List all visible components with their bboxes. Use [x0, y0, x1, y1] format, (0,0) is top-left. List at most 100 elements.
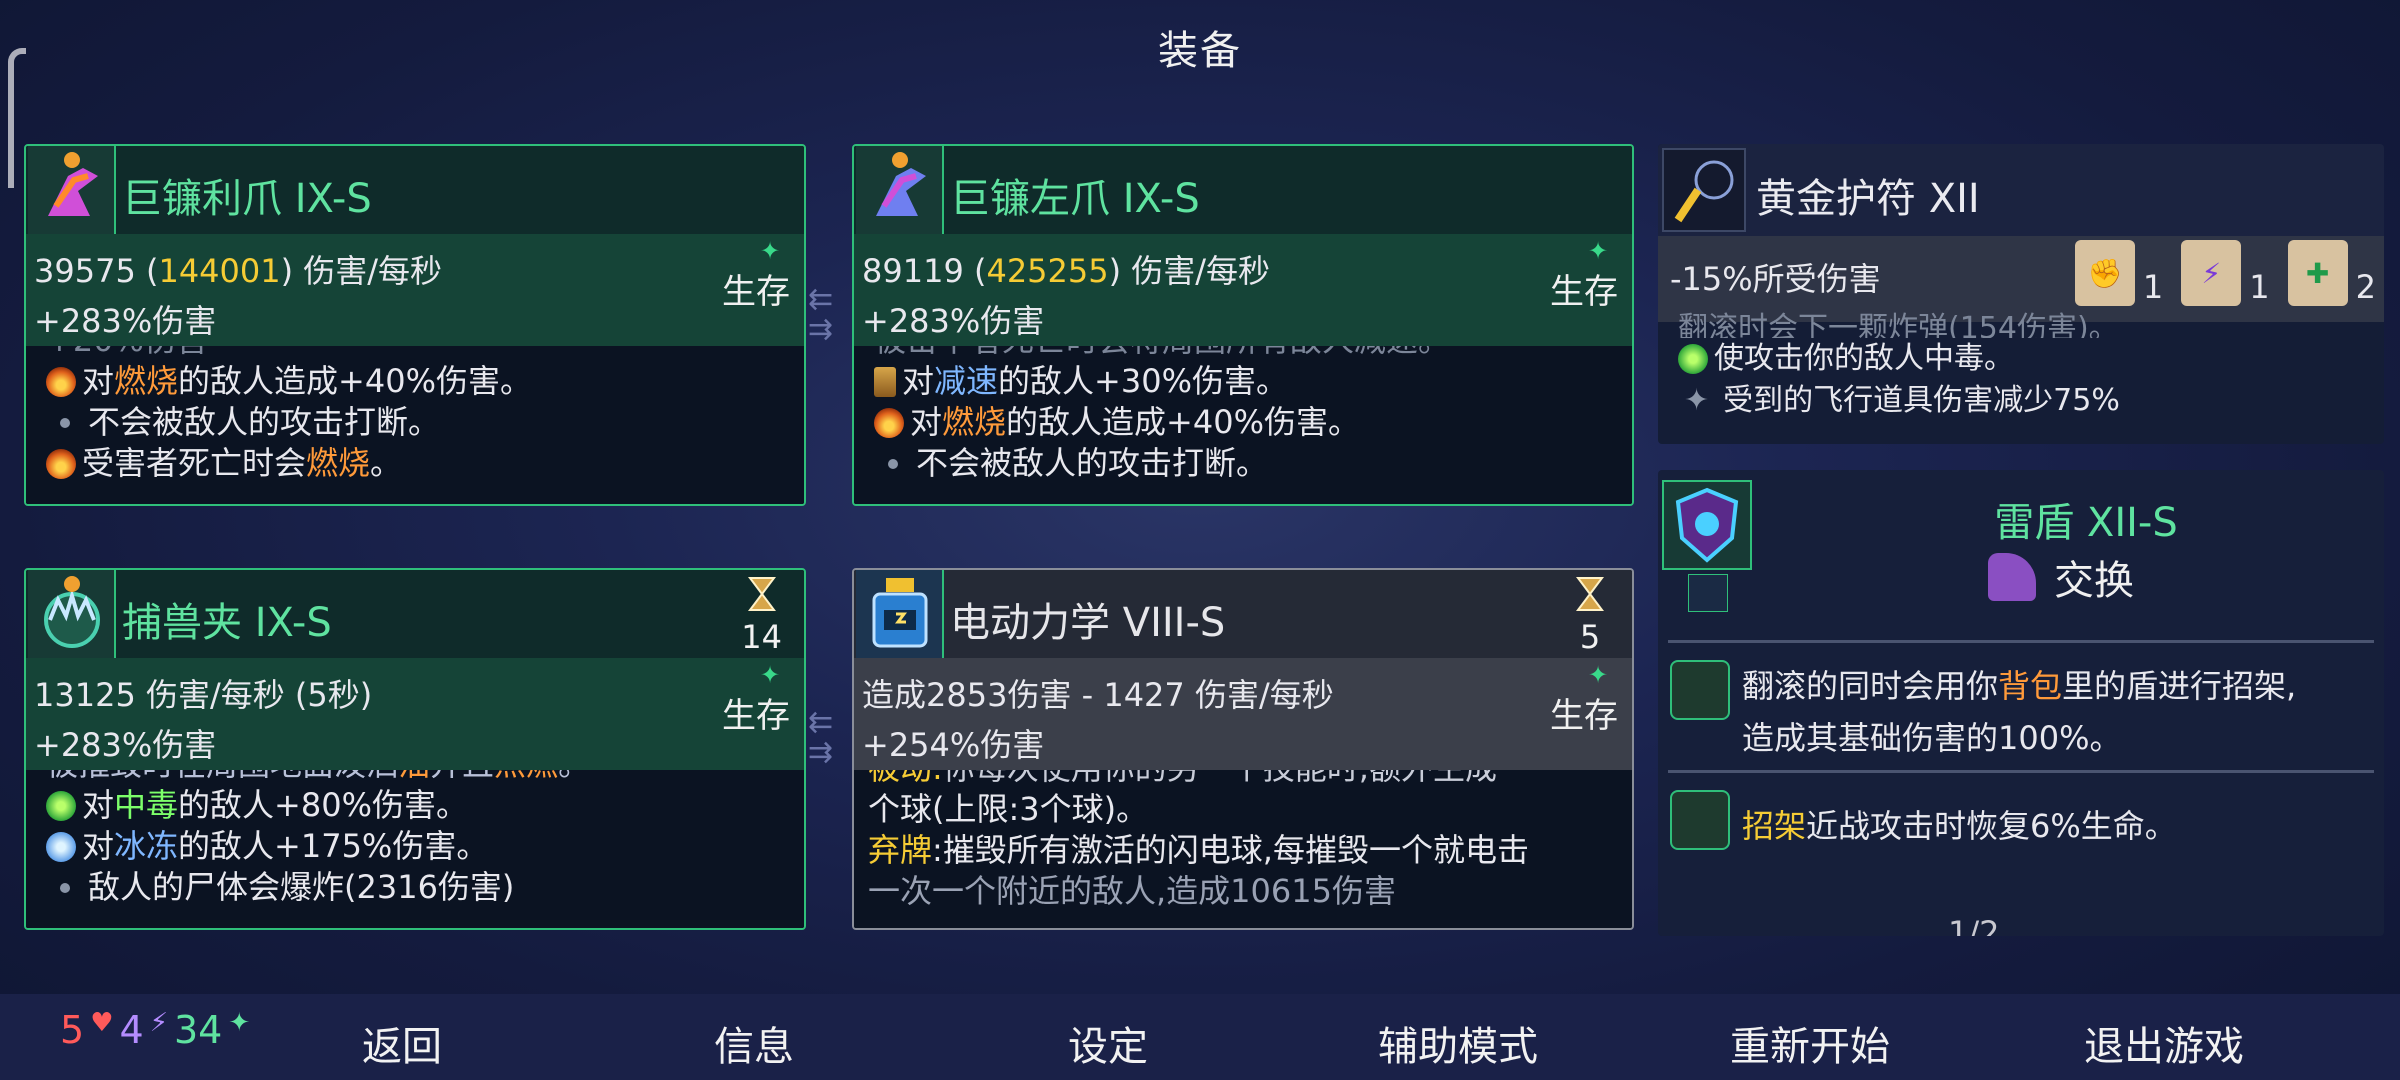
weapon-card-secondary[interactable]: 巨镰左爪 IX-S 89119 (425255) 伤害/每秒 +283%伤害 ✦…: [852, 144, 1634, 506]
effect-keyword: 招架: [1742, 807, 1807, 845]
amulet-header: 黄金护符 XII: [1658, 144, 2384, 236]
scroll-survival: ✚ 2: [2287, 240, 2376, 306]
effect-row: 对中毒 的敌人+80%伤害。: [46, 785, 804, 826]
burn-icon: [874, 407, 904, 438]
effect-text: 敌人的尸体会爆炸(2316伤害): [88, 868, 515, 906]
effect-text: 的敌人+80%伤害。: [178, 786, 468, 824]
poison-icon: [46, 790, 76, 821]
effect-text: 你每次使用你的另一个技能时,额外生成一: [943, 770, 1529, 787]
item-name: 捕兽夹 IX-S: [122, 600, 332, 646]
dps-text: 89119 (: [862, 252, 987, 290]
card-header: 巨镰左爪 IX-S: [854, 146, 1632, 234]
effect-text: 不会被敌人的攻击打断。: [88, 403, 441, 441]
menu-assist-mode[interactable]: 辅助模式: [1378, 1014, 1538, 1072]
survival-label: 生存: [1550, 696, 1618, 736]
lightning-icon: ⚡: [149, 1008, 168, 1038]
effect-row: 对燃烧 的敌人造成+40%伤害。: [46, 361, 804, 402]
amulet-name: 黄金护符 XII: [1756, 176, 1980, 222]
divider: [1668, 640, 2374, 643]
bullet-icon: ✦: [1684, 383, 1710, 418]
effect-keyword: 减速: [934, 362, 999, 400]
item-effects: 被击中者死亡时会将周围所有敌人减速。 对减速的敌人+30%伤害。 对燃烧的敌人造…: [854, 346, 1632, 504]
effect-text: 近战攻击时恢复6%生命。: [1806, 807, 2177, 845]
effect-text: 不会被敌人的攻击打断。: [916, 444, 1269, 482]
skull-icon: [1688, 574, 1728, 612]
card-header: 电动力学 VIII-S: [854, 570, 1632, 658]
effect-keyword: 中毒: [114, 786, 179, 824]
menu-quit-game[interactable]: 退出游戏: [2084, 1014, 2244, 1072]
burn-icon: [46, 448, 76, 479]
swap-button[interactable]: 交换: [1988, 548, 2134, 606]
link-arrow-icon: ⇇ ⇉: [808, 282, 834, 347]
shield-effect-row: 招架近战攻击时恢复6%生命。: [1670, 790, 2177, 852]
effect-text: 对: [82, 827, 115, 865]
bear-trap-icon: [28, 570, 116, 658]
effect-text: 并且: [430, 770, 494, 783]
scroll-tactics: ⚡ 1: [2181, 240, 2270, 306]
effect-text: 对: [910, 403, 943, 441]
faded-effect: 被摧毁时在周围地面泼洒油并且点燃。: [46, 770, 804, 785]
amulet-panel[interactable]: 黄金护符 XII -15%所受伤害 ✊ 1 ⚡ 1 ✚ 2 翻滚时会下一颗炸弹(154…: [1658, 144, 2384, 444]
sparkle-icon: ✦: [1587, 237, 1609, 265]
sparkle-icon: ✦: [1587, 661, 1609, 689]
effect-text: 对: [82, 362, 115, 400]
poison-icon: [1678, 344, 1708, 374]
skill-card-electro[interactable]: 电动力学 VIII-S 5 造成2853伤害 - 1427 伤害/每秒 +254…: [852, 568, 1634, 930]
effect-row: 敌人的尸体会爆炸(2316伤害): [46, 867, 804, 908]
effect-text: 造成其基础伤害的100%。: [1742, 719, 2122, 757]
effect-text: 一次一个附近的敌人,造成10615伤害: [868, 872, 1396, 910]
menu-settings[interactable]: 设定: [1068, 1014, 1148, 1072]
weapon-card-primary[interactable]: 巨镰利爪 IX-S 39575 (144001) 伤害/每秒 +283%伤害 ✦…: [24, 144, 806, 506]
effect-text: 。: [558, 770, 590, 783]
swap-label: 交换: [2054, 558, 2134, 604]
skill-card-trap[interactable]: 捕兽夹 IX-S 14 13125 伤害/每秒 (5秒) +283%伤害 ✦ 生存…: [24, 568, 806, 930]
item-stats: 13125 伤害/每秒 (5秒) +283%伤害: [26, 658, 804, 770]
effect-keyword: 点燃: [494, 770, 558, 783]
item-name: 巨镰左爪 IX-S: [950, 176, 1200, 222]
effect-text: 对: [82, 786, 115, 824]
amulet-effects: 翻滚时会下一颗炸弹(154伤害)。 使攻击你的敌人中毒。 ✦ 受到的飞行道具伤害减…: [1658, 311, 2384, 422]
menu-info[interactable]: 信息: [714, 1014, 794, 1072]
item-name: 电动力学 VIII-S: [950, 600, 1226, 646]
effect-text: 受害者死亡时会: [82, 444, 307, 482]
effect-keyword: 燃烧: [114, 362, 179, 400]
effect-row: 使攻击你的敌人中毒。: [1678, 338, 2384, 380]
effect-row: 对燃烧 的敌人造成+40%伤害。: [874, 402, 1632, 443]
survival-tag: ✦ 生存: [1550, 662, 1618, 737]
red-cell-count: 5: [60, 1008, 85, 1052]
effect-keyword: 背包: [1998, 667, 2063, 705]
menu-restart[interactable]: 重新开始: [1730, 1014, 1890, 1072]
shield-effect-row: 翻滚的同时会用你背包里的盾进行招架, 造成其基础伤害的100%。: [1670, 660, 2296, 764]
effect-row: 不会被敌人的攻击打断。: [874, 443, 1632, 484]
shield-panel[interactable]: 雷盾 XII-S 交换 翻滚的同时会用你背包里的盾进行招架, 造成其基础伤害的1…: [1658, 470, 2384, 936]
item-effects: 被摧毁时在周围地面泼洒油并且点燃。 对中毒的敌人+80%伤害。 对冰冻的敌人+1…: [26, 770, 804, 928]
card-header: 巨镰利爪 IX-S: [26, 146, 804, 234]
dps-text: 39575 (: [34, 252, 159, 290]
effect-text: 翻滚的同时会用你: [1742, 667, 1999, 705]
dps-unit: ) 伤害/每秒: [1108, 252, 1271, 290]
menu-back[interactable]: 返回: [272, 1006, 542, 1072]
effect-row: 对减速 的敌人+30%伤害。: [874, 361, 1632, 402]
damage-bonus: +283%伤害: [34, 302, 217, 340]
faded-effect: 被动:你每次使用你的另一个技能时,额外生成一: [868, 770, 1632, 789]
claw-icon: [856, 146, 944, 234]
effect-text: :摧毁所有激活的闪电球,每摧毁一个就电击: [932, 831, 1529, 869]
item-name: 巨镰利爪 IX-S: [122, 176, 372, 222]
effect-text: 个球(上限:3个球)。: [868, 790, 1149, 828]
shield-name: 雷盾 XII-S: [1994, 500, 2178, 546]
link-arrow-icon: ⇇ ⇉: [808, 705, 834, 770]
effect-text: 对: [902, 362, 935, 400]
effect-text: 的敌人+30%伤害。: [998, 362, 1288, 400]
faded-effect: 被击中者死亡时会将周围所有敌人减速。: [874, 346, 1632, 361]
scroll-count: 1: [2142, 268, 2164, 306]
effect-text: 的敌人造成+40%伤害。: [178, 362, 532, 400]
amulet-icon: [1662, 148, 1746, 232]
effect-text: 使攻击你的敌人中毒。: [1714, 341, 2014, 376]
bullet-icon: [888, 458, 898, 469]
effect-text: 被摧毁时在周围地面泼洒: [46, 770, 398, 783]
heal-icon: [1670, 790, 1730, 850]
hourglass-icon: [747, 577, 776, 611]
scroll-counts: ✊ 1 ⚡ 1 ✚ 2: [2074, 240, 2376, 306]
hourglass-icon: [874, 366, 896, 397]
crit-dps: 425255: [986, 252, 1109, 290]
